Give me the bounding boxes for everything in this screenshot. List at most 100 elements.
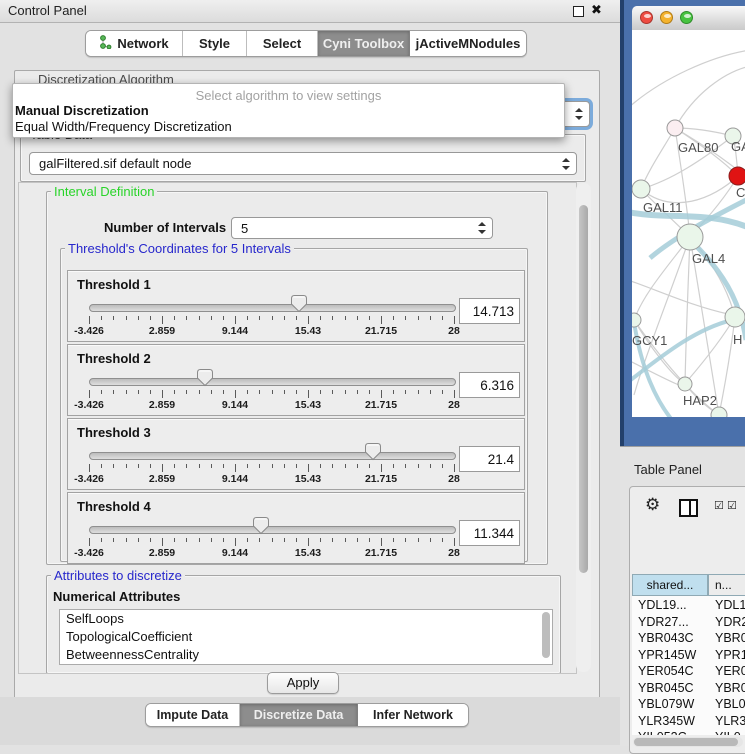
column-view-icon[interactable] (679, 499, 698, 517)
list-item[interactable]: SelfLoops (60, 610, 552, 628)
slider-handle[interactable] (365, 443, 381, 461)
minimize-traffic-light-icon[interactable] (660, 11, 673, 24)
threshold-label: Threshold 1 (77, 277, 151, 292)
numerical-attributes-list[interactable]: SelfLoopsTopologicalCoefficientBetweenne… (59, 609, 553, 665)
tab-discretize-data[interactable]: Discretize Data (240, 704, 358, 726)
threshold-value-field[interactable]: 14.713 (459, 298, 520, 324)
tick-mark (199, 390, 200, 394)
apply-button[interactable]: Apply (267, 672, 339, 694)
tab-style[interactable]: Style (183, 31, 247, 56)
tick-mark (308, 464, 309, 472)
tick-mark (296, 538, 297, 542)
tick-mark (418, 538, 419, 542)
node-table[interactable]: shared...n...YDL19...YDL1YDR27...YDR2YBR… (632, 574, 745, 735)
settings-scroll-area: Interval Definition Number of Intervals … (18, 182, 577, 674)
tab-infer-network[interactable]: Infer Network (358, 704, 468, 726)
network-node[interactable] (725, 307, 745, 327)
tick-mark (247, 464, 248, 468)
tick-mark (393, 316, 394, 320)
network-canvas[interactable]: GAL80GACGAL11GAL4GCY1HHAP2 (632, 30, 745, 417)
tick-mark (454, 390, 455, 398)
network-node[interactable] (632, 180, 650, 198)
node-label: GCY1 (632, 333, 667, 348)
algorithm-option-manual[interactable]: Manual Discretization (15, 103, 149, 118)
tab-select[interactable]: Select (247, 31, 318, 56)
network-node[interactable] (677, 224, 703, 250)
list-item[interactable]: TopologicalCoefficient (60, 628, 552, 646)
network-node[interactable] (632, 313, 641, 327)
slider-track[interactable] (89, 304, 456, 312)
close-traffic-light-icon[interactable] (640, 11, 653, 24)
slider-handle[interactable] (197, 369, 213, 387)
table-row[interactable]: YDR27...YDR2 (632, 614, 745, 631)
tick-mark (405, 390, 406, 394)
table-cell: YLR345W (638, 713, 695, 730)
tab-cyni-toolbox[interactable]: Cyni Toolbox (318, 31, 410, 56)
table-row[interactable]: YPR145WYPR1 (632, 647, 745, 664)
tick-mark (89, 390, 90, 398)
number-of-intervals-value: 5 (241, 218, 248, 239)
algorithm-option-equal-width[interactable]: Equal Width/Frequency Discretization (15, 119, 232, 134)
tab-jactivemnodules[interactable]: jActiveMNodules (410, 31, 526, 56)
network-window-titlebar (632, 6, 745, 31)
slider-track[interactable] (89, 452, 456, 460)
table-row[interactable]: YBR043CYBR0 (632, 630, 745, 647)
table-row[interactable]: YLR345WYLR3 (632, 713, 745, 730)
tick-label: 9.144 (222, 473, 248, 485)
attributes-group: Attributes to discretize Numerical Attri… (46, 575, 561, 674)
tab-label: Discretize Data (254, 708, 344, 722)
tick-label: 15.43 (295, 547, 321, 559)
zoom-traffic-light-icon[interactable] (680, 11, 693, 24)
tick-mark (405, 538, 406, 542)
threshold-value-field[interactable]: 21.4 (459, 446, 520, 472)
tick-label: 2.859 (149, 473, 175, 485)
tick-mark (186, 316, 187, 320)
tick-mark (320, 538, 321, 542)
tick-mark (235, 464, 236, 472)
table-row[interactable]: YDL19...YDL1 (632, 597, 745, 614)
threshold-panel-4: Threshold 4-3.4262.8599.14415.4321.71528… (67, 492, 525, 564)
algorithm-placeholder-item[interactable]: Select algorithm to view settings (13, 88, 564, 103)
slider-track[interactable] (89, 378, 456, 386)
table-header-1[interactable]: n... (708, 574, 745, 596)
table-cell: YDR2 (715, 614, 745, 631)
slider-handle[interactable] (291, 295, 307, 313)
network-node[interactable] (678, 377, 692, 391)
checkbox-icon[interactable]: ☑ (714, 499, 724, 512)
table-cell: YIL0 (715, 729, 741, 735)
attributes-group-label: Attributes to discretize (51, 568, 185, 583)
table-row[interactable]: YIL052CYIL0 (632, 729, 745, 735)
tick-mark (332, 538, 333, 542)
tick-label: -3.426 (74, 547, 104, 559)
network-node[interactable] (667, 120, 683, 136)
number-of-intervals-combobox[interactable]: 5 (231, 217, 493, 239)
tick-mark (430, 464, 431, 468)
slider-track[interactable] (89, 526, 456, 534)
network-node[interactable] (711, 407, 727, 417)
table-header-0[interactable]: shared... (632, 574, 708, 596)
tick-mark (186, 464, 187, 468)
stepper-icon (562, 158, 569, 170)
threshold-value-field[interactable]: 6.316 (459, 372, 520, 398)
close-icon[interactable]: ✖ (591, 2, 602, 18)
tick-mark (381, 538, 382, 546)
table-row[interactable]: YBL079WYBL0 (632, 696, 745, 713)
table-row[interactable]: YER054CYER0 (632, 663, 745, 680)
threshold-value-field[interactable]: 11.344 (459, 520, 520, 546)
gear-icon[interactable]: ⚙ (645, 495, 660, 515)
tab-network[interactable]: Network (86, 31, 183, 56)
slider-handle[interactable] (253, 517, 269, 535)
checkbox-icon[interactable]: ☑ (727, 499, 737, 512)
tick-mark (113, 538, 114, 542)
list-item[interactable]: BetweennessCentrality (60, 646, 552, 664)
tick-mark (199, 316, 200, 320)
float-icon[interactable] (573, 6, 584, 17)
table-row[interactable]: YBR045CYBR0 (632, 680, 745, 697)
vertical-scrollbar-thumb[interactable] (579, 205, 588, 573)
horizontal-scrollbar-track[interactable] (633, 737, 743, 747)
network-node[interactable] (729, 167, 745, 185)
tab-impute-data[interactable]: Impute Data (146, 704, 240, 726)
table-data-combobox[interactable]: galFiltered.sif default node (29, 152, 577, 175)
list-scrollbar[interactable] (542, 612, 550, 658)
panel-title: Control Panel (8, 3, 87, 18)
